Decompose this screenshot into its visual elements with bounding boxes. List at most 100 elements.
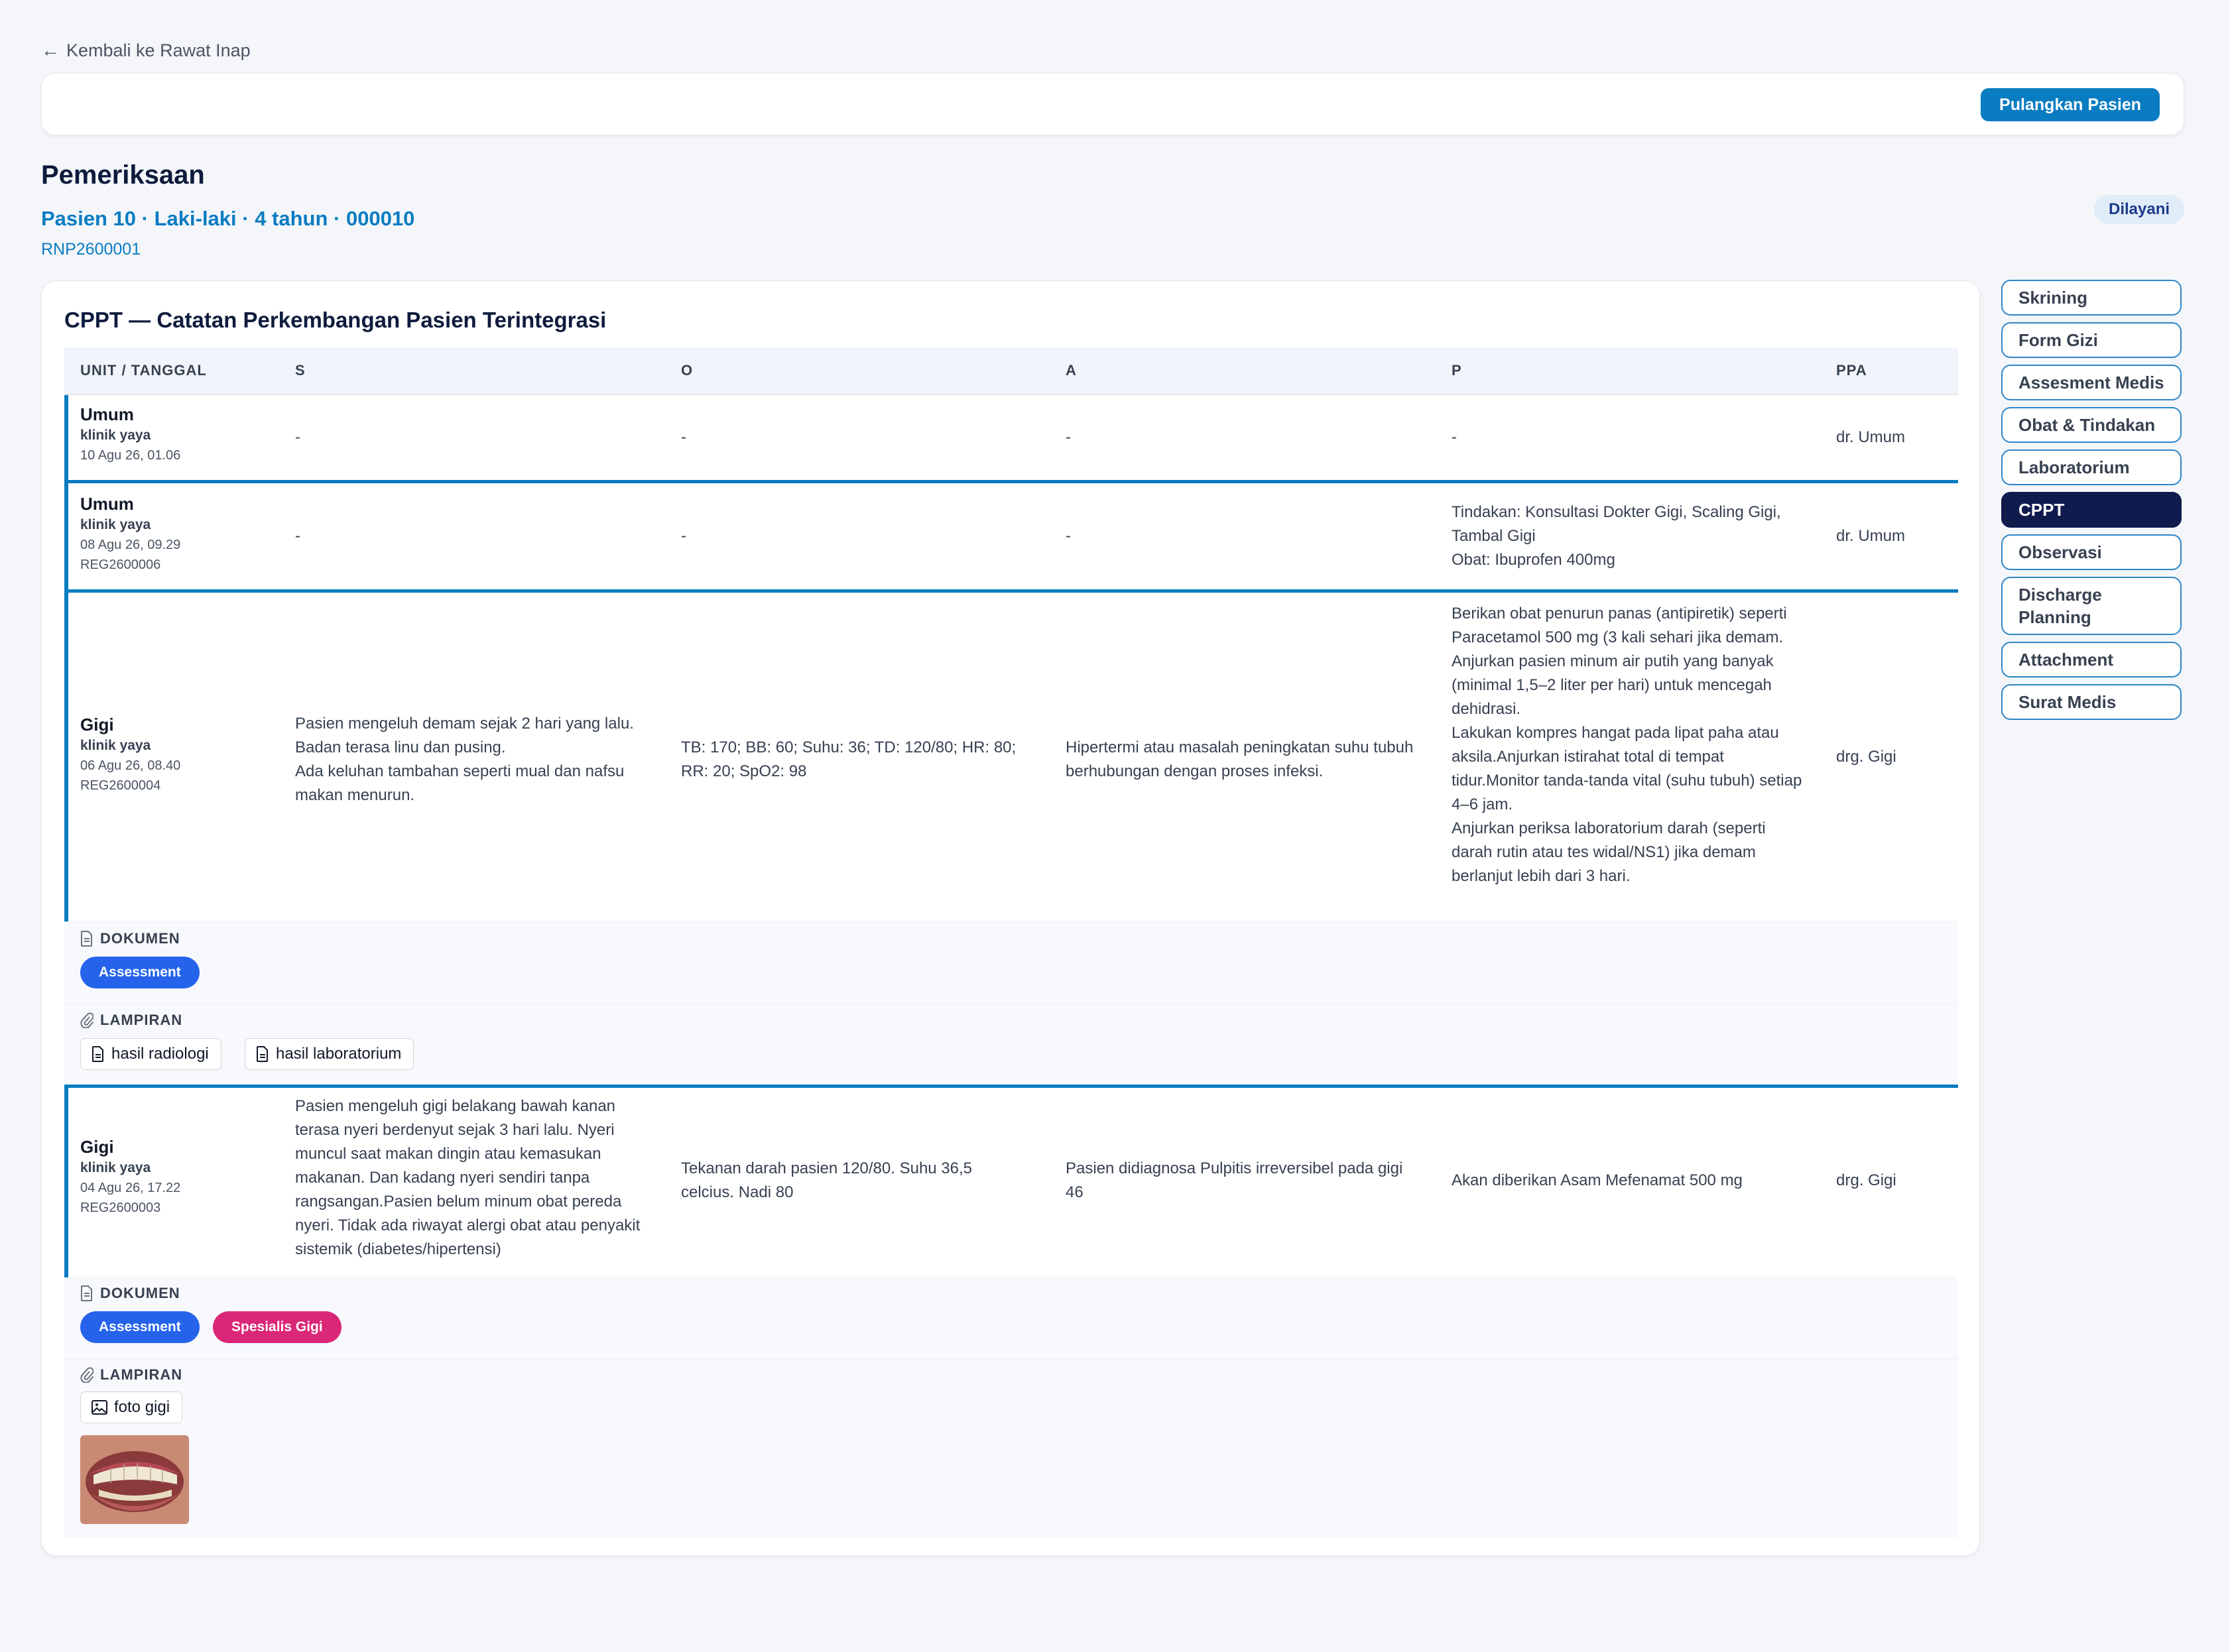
nav-item-surat-medis[interactable]: Surat Medis — [2001, 684, 2182, 720]
unit-cell: Gigi klinik yaya 04 Agu 26, 17.22 REG260… — [80, 1136, 279, 1218]
unit-reg: REG2600004 — [80, 778, 161, 793]
s-cell: - — [295, 527, 300, 545]
attachments-section: LAMPIRAN foto gigi — [64, 1359, 1958, 1539]
arrow-left-icon: ← — [41, 40, 60, 60]
table-row[interactable]: Gigi klinik yaya 06 Agu 26, 08.40 REG260… — [64, 589, 1958, 921]
o-cell: TB: 170; BB: 60; Suhu: 36; TD: 120/80; H… — [681, 738, 1017, 780]
attachment-label: hasil radiologi — [111, 1045, 209, 1063]
nav-item-form-gizi[interactable]: Form Gizi — [2001, 322, 2182, 358]
attachment-chip[interactable]: hasil laboratorium — [245, 1038, 414, 1070]
nav-item-obat-tindakan[interactable]: Obat & Tindakan — [2001, 407, 2182, 443]
unit-date: 08 Agu 26, 09.29 — [80, 538, 181, 552]
file-icon — [92, 1046, 103, 1062]
documents-label-text: DOKUMEN — [100, 930, 180, 947]
col-p: P — [1452, 362, 1462, 379]
table-header: UNIT / TANGGAL S O A P PPA — [64, 347, 1958, 395]
table-row[interactable]: Umum klinik yaya 10 Agu 26, 01.06 - - - … — [64, 395, 1958, 480]
unit-cell: Umum klinik yaya 08 Agu 26, 09.29 REG260… — [80, 493, 279, 575]
tooth-photo-thumbnail[interactable] — [80, 1435, 189, 1524]
o-cell: - — [681, 428, 686, 446]
top-action-bar: Pulangkan Pasien — [41, 73, 2184, 135]
page: ← Kembali ke Rawat Inap Pulangkan Pasien… — [0, 0, 2230, 1652]
a-cell: Hipertermi atau masalah peningkatan suhu… — [1066, 738, 1414, 780]
attachments-label: LAMPIRAN — [80, 1012, 182, 1029]
ppa-cell: drg. Gigi — [1836, 1171, 1896, 1189]
status-badge: Dilayani — [2094, 195, 2185, 224]
document-pill-assessment[interactable]: Assessment — [80, 957, 200, 988]
p-cell: - — [1452, 428, 1457, 446]
documents-section: DOKUMEN Assessment — [64, 921, 1958, 1004]
patient-summary: Pasien 10 · Laki-laki · 4 tahun · 000010 — [41, 207, 415, 230]
ppa-cell: dr. Umum — [1836, 428, 1906, 446]
p-cell: Tindakan: Konsultasi Dokter Gigi, Scalin… — [1452, 503, 1781, 569]
unit-clinic: klinik yaya — [80, 428, 151, 443]
patient-registration-id: RNP2600001 — [41, 240, 141, 259]
nav-item-discharge-planning[interactable]: Discharge Planning — [2001, 577, 2182, 635]
back-link-label: Kembali ke Rawat Inap — [66, 40, 251, 60]
unit-date: 04 Agu 26, 17.22 — [80, 1181, 181, 1195]
col-s: S — [295, 362, 306, 379]
cppt-title: CPPT — Catatan Perkembangan Pasien Terin… — [64, 308, 607, 332]
ppa-cell: drg. Gigi — [1836, 748, 1896, 766]
document-pill-spesialis-gigi[interactable]: Spesialis Gigi — [213, 1311, 341, 1343]
unit-clinic: klinik yaya — [80, 738, 151, 753]
attachments-label-text: LAMPIRAN — [100, 1366, 183, 1383]
a-cell: - — [1066, 428, 1071, 446]
unit-name: Umum — [80, 404, 134, 424]
table-row[interactable]: Gigi klinik yaya 04 Agu 26, 17.22 REG260… — [64, 1085, 1958, 1277]
attachment-label: foto gigi — [114, 1398, 170, 1416]
unit-clinic: klinik yaya — [80, 517, 151, 532]
a-cell: Pasien didiagnosa Pulpitis irreversibel … — [1066, 1159, 1403, 1201]
attachment-chip[interactable]: foto gigi — [80, 1391, 183, 1423]
col-o: O — [681, 362, 694, 379]
nav-item-skrining[interactable]: Skrining — [2001, 280, 2182, 316]
unit-clinic: klinik yaya — [80, 1160, 151, 1175]
cppt-table: UNIT / TANGGAL S O A P PPA Umum klinik y… — [64, 347, 1958, 1539]
nav-item-assesment-medis[interactable]: Assesment Medis — [2001, 365, 2182, 400]
attachments-label-text: LAMPIRAN — [100, 1012, 183, 1028]
nav-item-attachment[interactable]: Attachment — [2001, 642, 2182, 678]
unit-date: 06 Agu 26, 08.40 — [80, 758, 181, 773]
unit-name: Gigi — [80, 1137, 114, 1157]
file-icon — [257, 1046, 268, 1062]
nav-item-cppt[interactable]: CPPT — [2001, 492, 2182, 528]
p-cell: Akan diberikan Asam Mefenamat 500 mg — [1452, 1171, 1743, 1189]
documents-section: DOKUMEN Assessment Spesialis Gigi — [64, 1277, 1958, 1359]
col-unit-date: UNIT / TANGGAL — [80, 362, 207, 379]
col-ppa: PPA — [1836, 362, 1867, 379]
table-row[interactable]: Umum klinik yaya 08 Agu 26, 09.29 REG260… — [64, 480, 1958, 589]
paperclip-icon — [80, 1012, 93, 1028]
unit-reg: REG2600003 — [80, 1201, 161, 1215]
cppt-card: CPPT — Catatan Perkembangan Pasien Terin… — [41, 280, 1980, 1556]
document-icon — [81, 1285, 92, 1301]
discharge-button[interactable]: Pulangkan Pasien — [1981, 88, 2160, 121]
nav-item-observasi[interactable]: Observasi — [2001, 534, 2182, 570]
documents-label: DOKUMEN — [80, 1285, 180, 1302]
documents-label: DOKUMEN — [80, 930, 180, 947]
p-cell: Berikan obat penurun panas (antipiretik)… — [1452, 605, 1802, 885]
nav-item-laboratorium[interactable]: Laboratorium — [2001, 449, 2182, 485]
unit-cell: Umum klinik yaya 10 Agu 26, 01.06 — [80, 403, 279, 465]
unit-reg: REG2600006 — [80, 558, 161, 572]
s-cell: - — [295, 428, 300, 446]
image-icon — [92, 1400, 107, 1415]
o-cell: - — [681, 527, 686, 545]
page-title: Pemeriksaan — [41, 160, 205, 190]
back-link[interactable]: ← Kembali ke Rawat Inap — [41, 40, 251, 61]
ppa-cell: dr. Umum — [1836, 527, 1906, 545]
o-cell: Tekanan darah pasien 120/80. Suhu 36,5 c… — [681, 1159, 973, 1201]
s-cell: Pasien mengeluh demam sejak 2 hari yang … — [295, 715, 634, 804]
unit-cell: Gigi klinik yaya 06 Agu 26, 08.40 REG260… — [80, 713, 279, 796]
s-cell: Pasien mengeluh gigi belakang bawah kana… — [295, 1097, 641, 1258]
attachments-label: LAMPIRAN — [80, 1366, 182, 1384]
document-pill-assessment[interactable]: Assessment — [80, 1311, 200, 1343]
unit-name: Gigi — [80, 715, 114, 735]
col-a: A — [1066, 362, 1077, 379]
documents-label-text: DOKUMEN — [100, 1285, 180, 1301]
unit-name: Umum — [80, 494, 134, 514]
attachments-section: LAMPIRAN hasil radiologi hasil laborator… — [64, 1004, 1958, 1085]
attachment-chip[interactable]: hasil radiologi — [80, 1038, 221, 1070]
a-cell: - — [1066, 527, 1071, 545]
attachment-label: hasil laboratorium — [276, 1045, 402, 1063]
unit-date: 10 Agu 26, 01.06 — [80, 448, 181, 463]
